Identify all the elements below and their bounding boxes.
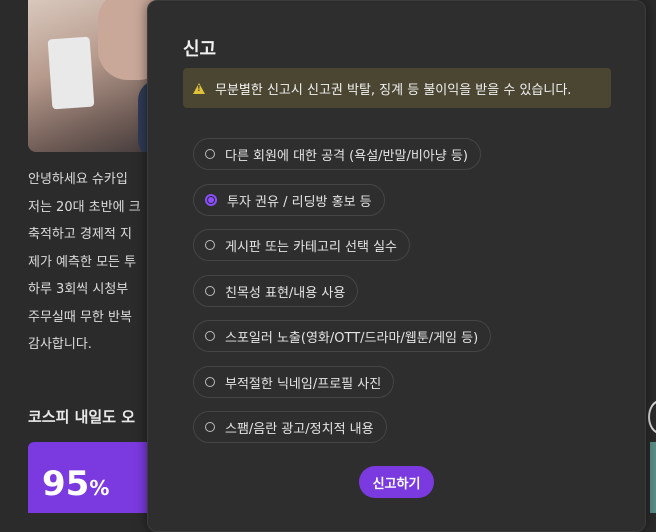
side-circle-icon[interactable] [648,400,656,434]
option-label: 스포일러 노출(영화/OTT/드라마/웹툰/게임 등) [225,330,479,346]
prediction-percent: 95% [42,464,109,504]
radio-unchecked-icon[interactable] [205,286,215,296]
submit-report-button[interactable]: 신고하기 [359,466,434,498]
report-option-wrong-category[interactable]: 게시판 또는 카테고리 선택 실수 [193,229,411,261]
post-line: 저는 20대 초반에 크 [28,199,141,215]
radio-unchecked-icon[interactable] [205,240,215,250]
percent-value: 95 [42,464,90,504]
option-label: 다른 회원에 대한 공격 (욕설/반말/비아냥 등) [225,148,468,164]
percent-unit: % [89,476,110,500]
report-modal: 신고 무분별한 신고시 신고권 박탈, 징계 등 불이익을 받을 수 있습니다.… [147,0,646,532]
post-line: 안녕하세요 슈카입 [28,172,128,187]
option-label: 투자 권유 / 리딩방 홍보 등 [227,194,372,210]
post-line: 감사합니다. [28,337,92,352]
warning-triangle-icon [193,82,205,94]
modal-title: 신고 [183,39,217,60]
warning-text: 무분별한 신고시 신고권 박탈, 징계 등 불이익을 받을 수 있습니다. [215,82,572,98]
report-option-socializing[interactable]: 친목성 표현/내용 사용 [193,275,359,307]
option-label: 부적절한 닉네임/프로필 사진 [225,376,382,392]
radio-checked-icon[interactable] [205,194,217,206]
report-option-personal-attack[interactable]: 다른 회원에 대한 공격 (욕설/반말/비아냥 등) [193,138,481,170]
report-option-spam-political[interactable]: 스팸/음란 광고/정치적 내용 [193,411,387,443]
report-option-spoiler[interactable]: 스포일러 노출(영화/OTT/드라마/웹툰/게임 등) [193,320,492,352]
post-line: 하루 3회씩 시청부 [28,282,129,297]
radio-unchecked-icon[interactable] [205,331,215,341]
post-line: 축적하고 경제적 지 [28,227,132,242]
photo-phone [47,36,95,110]
option-label: 친목성 표현/내용 사용 [225,285,346,301]
warning-banner: 무분별한 신고시 신고권 박탈, 징계 등 불이익을 받을 수 있습니다. [183,68,611,108]
option-label: 스팸/음란 광고/정치적 내용 [225,421,374,437]
prediction-card[interactable]: 95% [28,442,148,513]
report-option-inappropriate-profile[interactable]: 부적절한 닉네임/프로필 사진 [193,366,395,398]
radio-unchecked-icon[interactable] [205,422,215,432]
option-label: 게시판 또는 카테고리 선택 실수 [225,239,398,255]
post-body: 안녕하세요 슈카입 저는 20대 초반에 크 축적하고 경제적 지 제가 예측한… [28,166,158,359]
post-line: 주무실때 무한 반복 [28,309,132,325]
radio-unchecked-icon[interactable] [205,149,215,159]
post-line: 제가 예측한 모든 투 [28,254,137,270]
report-option-investment-solicitation[interactable]: 투자 권유 / 리딩방 홍보 등 [193,184,385,216]
side-card[interactable] [650,442,656,513]
section-heading: 코스피 내일도 오 [28,408,136,426]
radio-unchecked-icon[interactable] [205,377,215,387]
